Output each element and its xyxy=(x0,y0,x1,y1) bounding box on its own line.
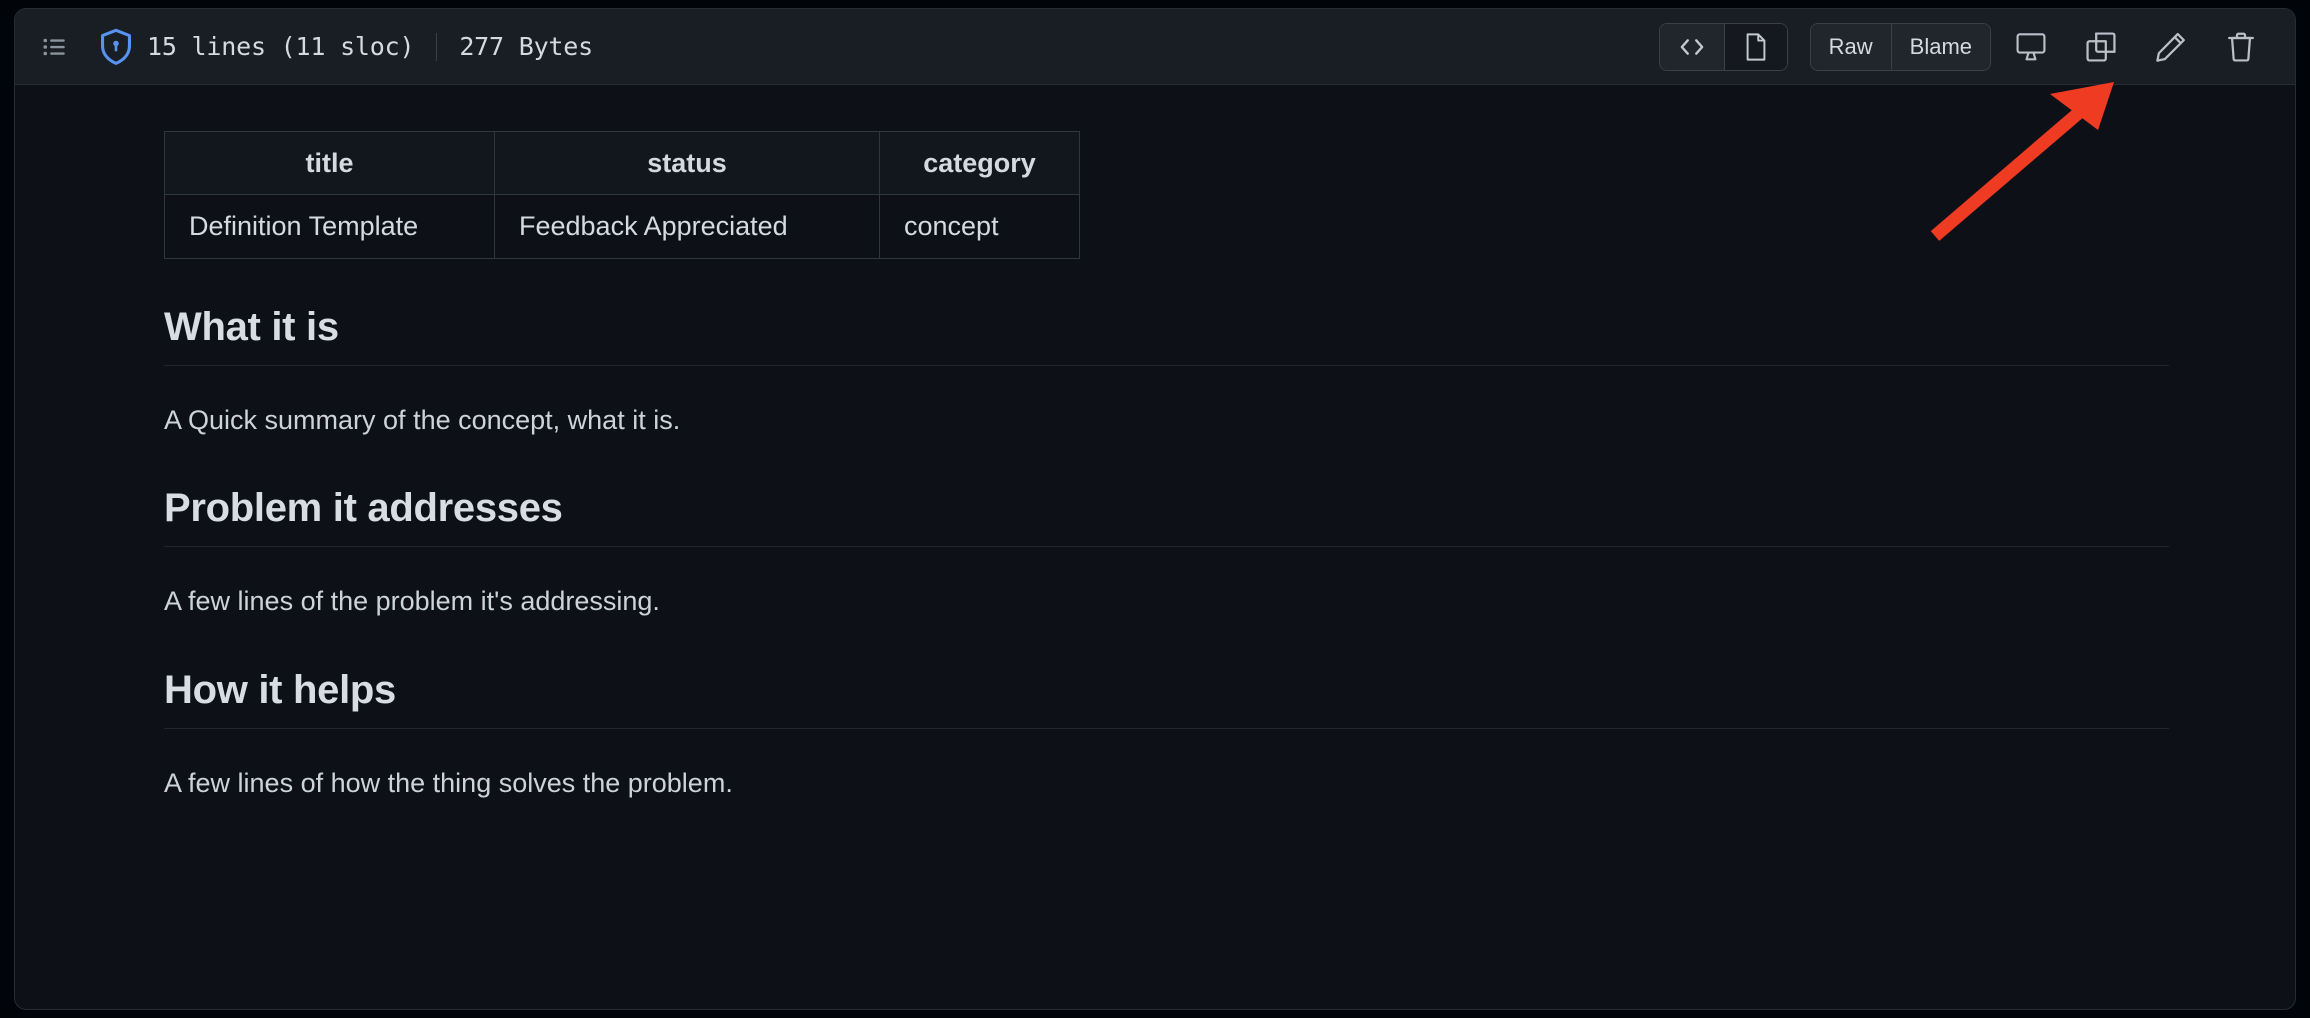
header-divider xyxy=(436,33,437,61)
trash-icon[interactable] xyxy=(2211,19,2271,75)
section-heading-problem-it-addresses: Problem it addresses xyxy=(164,484,2169,547)
shield-lock-icon xyxy=(95,26,137,68)
column-header-title: title xyxy=(165,132,495,195)
cell-status: Feedback Appreciated xyxy=(495,195,880,258)
table-body: Definition Template Feedback Appreciated… xyxy=(165,195,1080,258)
column-header-category: category xyxy=(880,132,1080,195)
section-body-how-it-helps: A few lines of how the thing solves the … xyxy=(164,763,2169,804)
list-unordered-icon[interactable] xyxy=(33,25,77,69)
file-content-area: title status category Definition Templat… xyxy=(15,85,2295,1009)
blame-button[interactable]: Blame xyxy=(1892,24,1990,70)
file-header-left: 15 lines (11 sloc) 277 Bytes xyxy=(33,25,1659,69)
screenshot-root: 15 lines (11 sloc) 277 Bytes xyxy=(0,0,2310,1018)
cell-category: concept xyxy=(880,195,1080,258)
raw-button[interactable]: Raw xyxy=(1811,24,1892,70)
desktop-monitor-icon[interactable] xyxy=(2001,19,2061,75)
table-header-row: title status category xyxy=(165,132,1080,195)
copy-icon[interactable] xyxy=(2071,19,2131,75)
section-body-problem-it-addresses: A few lines of the problem it's addressi… xyxy=(164,581,2169,622)
file-size-label: 277 Bytes xyxy=(459,32,593,61)
view-preview-button[interactable] xyxy=(1725,24,1787,70)
raw-blame-group: Raw Blame xyxy=(1810,23,1991,71)
file-header-actions: Raw Blame xyxy=(1659,19,2271,75)
section-body-what-it-is: A Quick summary of the concept, what it … xyxy=(164,400,2169,441)
markdown-rendered-content: title status category Definition Templat… xyxy=(15,131,2295,803)
file-header-toolbar: 15 lines (11 sloc) 277 Bytes xyxy=(15,9,2295,85)
view-mode-toggle-group xyxy=(1659,23,1788,71)
table-row: Definition Template Feedback Appreciated… xyxy=(165,195,1080,258)
section-heading-how-it-helps: How it helps xyxy=(164,666,2169,729)
frontmatter-table: title status category Definition Templat… xyxy=(164,131,1080,259)
table-header: title status category xyxy=(165,132,1080,195)
file-view-card: 15 lines (11 sloc) 277 Bytes xyxy=(14,8,2296,1010)
column-header-status: status xyxy=(495,132,880,195)
file-lines-count: 15 lines (11 sloc) xyxy=(147,32,414,61)
pencil-icon[interactable] xyxy=(2141,19,2201,75)
section-heading-what-it-is: What it is xyxy=(164,303,2169,366)
cell-title: Definition Template xyxy=(165,195,495,258)
view-code-button[interactable] xyxy=(1660,24,1725,70)
